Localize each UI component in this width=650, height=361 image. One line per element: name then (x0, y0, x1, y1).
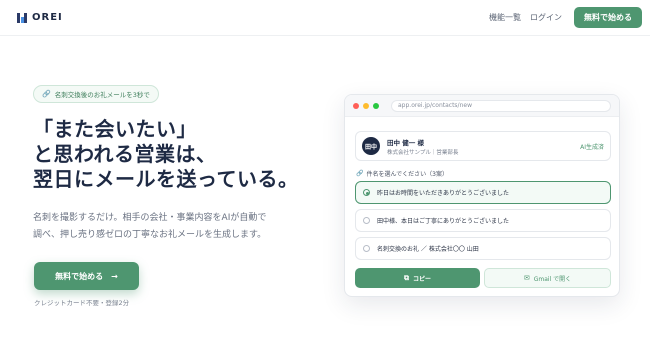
copy-button[interactable]: ⧉ コピー (355, 268, 480, 288)
subject-option-label: 田中様、本日はご丁寧にありがとうございました (377, 218, 510, 225)
top-nav: OREI 機能一覧 ログイン 無料で始める (0, 0, 650, 36)
link-icon: 🔗 (356, 169, 364, 177)
subject-label-text: 件名を選んでください（3案） (366, 171, 449, 178)
copy-icon: ⧉ (403, 273, 409, 282)
subject-option-2[interactable]: 田中様、本日はご丁寧にありがとうございました (355, 209, 611, 232)
open-gmail-label: Gmail で開く (533, 275, 572, 283)
hero-description: 名刺を撮影するだけ。相手の会社・事業内容をAIが自動で 調べ、押し売り感ゼロの丁… (33, 210, 266, 244)
hero-description-line: 調べ、押し売り感ゼロの丁寧なお礼メールを生成します。 (33, 230, 267, 240)
contact-name: 田中 健一 様 (387, 138, 425, 147)
hero-description-line: 名刺を撮影するだけ。相手の会社・事業内容をAIが自動で (33, 213, 267, 223)
hero-tag-label: 名刺交換後のお礼メールを3秒で (54, 91, 150, 99)
logo-icon (17, 12, 27, 23)
url-bar: app.orei.jp/contacts/new (391, 99, 611, 112)
nav-signup-button[interactable]: 無料で始める (574, 7, 642, 28)
nav-link-features[interactable]: 機能一覧 (489, 12, 521, 23)
avatar: 田中 (362, 137, 380, 155)
copy-button-label: コピー (412, 275, 431, 283)
logo[interactable]: OREI (17, 12, 63, 23)
hero-signup-label: 無料で始める (55, 271, 104, 281)
nav-link-login[interactable]: ログイン (530, 12, 562, 23)
mail-icon: ✉ (523, 273, 530, 282)
hero-tag: 🔗 名刺交換後のお礼メールを3秒で (33, 85, 159, 103)
subject-option-label: 名刺交換のお礼 ／ 株式会社〇〇 山田 (377, 246, 479, 253)
hero-signup-button[interactable]: 無料で始める → (34, 262, 139, 290)
radio-selected-icon (363, 189, 370, 196)
hero-note: クレジットカード不要・登録2分 (34, 299, 130, 307)
subject-label: 🔗 件名を選んでください（3案） (356, 169, 448, 178)
nav-links: 機能一覧 ログイン 無料で始める (489, 7, 642, 28)
ai-status-badge: AI生成済 (580, 143, 604, 151)
subject-option-3[interactable]: 名刺交換のお礼 ／ 株式会社〇〇 山田 (355, 237, 611, 260)
app-preview-window: app.orei.jp/contacts/new 田中 田中 健一 様 株式会社… (344, 94, 620, 297)
contact-card: 田中 田中 健一 様 株式会社サンプル｜営業部長 AI生成済 (355, 131, 611, 161)
radio-icon (363, 245, 370, 252)
logo-text: OREI (32, 12, 63, 23)
maximize-dot-icon (373, 102, 379, 109)
hero-title-line: 「また会いたい」 (33, 117, 197, 141)
link-icon: 🔗 (42, 89, 51, 98)
action-buttons: ⧉ コピー ✉ Gmail で開く (355, 268, 611, 288)
radio-icon (363, 217, 370, 224)
close-dot-icon (353, 102, 359, 109)
window-titlebar: app.orei.jp/contacts/new (345, 95, 619, 117)
hero-title: 「また会いたい」 と思われる営業は、 翌日にメールを送っている。 (33, 117, 299, 192)
open-gmail-button[interactable]: ✉ Gmail で開く (484, 268, 611, 288)
subject-option-1[interactable]: 昨日はお時間をいただきありがとうございました (355, 181, 611, 204)
minimize-dot-icon (363, 102, 369, 109)
hero-title-line: と思われる営業は、 (33, 142, 217, 166)
contact-company: 株式会社サンプル｜営業部長 (387, 149, 459, 156)
arrow-right-icon: → (111, 271, 118, 281)
subject-option-label: 昨日はお時間をいただきありがとうございました (377, 190, 510, 197)
hero-title-line: 翌日にメールを送っている。 (33, 167, 299, 191)
